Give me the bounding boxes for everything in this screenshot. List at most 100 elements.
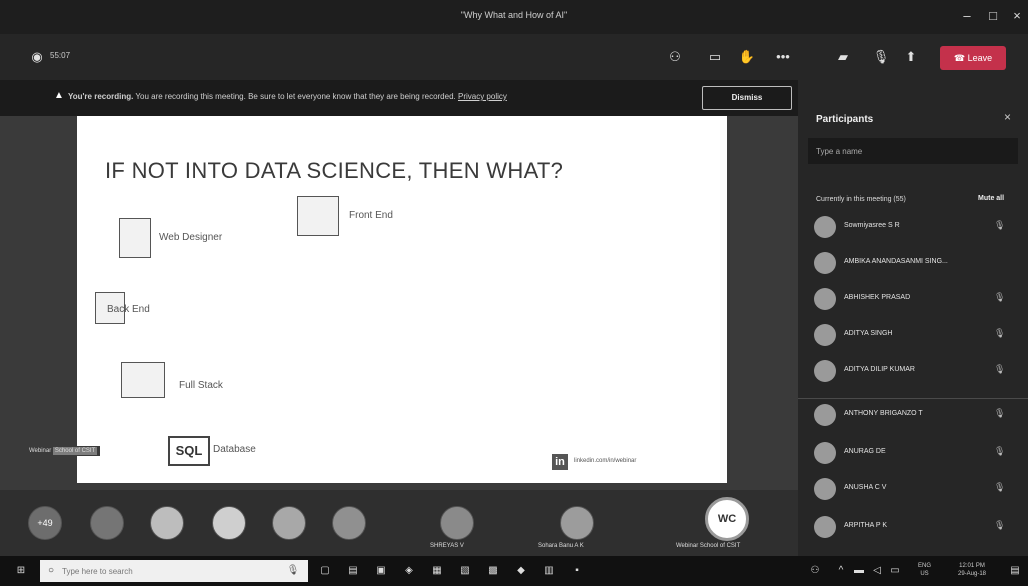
web-designer-icon [119,218,151,258]
participant-name: AMBIKA ANANDASANMI SING... [844,258,948,265]
participants-icon[interactable]: ⚇ [664,48,686,66]
participant-row[interactable]: ADITYA SINGH 🎙 [798,318,1028,354]
record-icon: ◉ [31,49,43,64]
overflow-participants-button[interactable]: +49 [28,506,62,540]
volume-icon[interactable]: ◁ [870,564,884,578]
presenter-name-tag: Webinar School of CSIT [26,446,101,456]
tile-name: SHREYAS V [430,543,464,549]
minimize-button[interactable]: – [956,6,978,26]
share-screen-icon[interactable]: ⬆ [900,48,922,66]
people-icon[interactable]: ⚇ [808,564,822,578]
presenter-prefix: Webinar [29,448,53,454]
video-tile[interactable] [332,506,366,540]
app-icon[interactable]: ◈ [402,564,416,578]
maximize-button[interactable]: □ [982,6,1004,26]
participant-name: ADITYA SINGH [844,330,893,337]
battery-icon[interactable]: ▭ [888,564,902,578]
mic-off-icon: 🎙 [994,520,1006,530]
tile-name: Sohara Banu A K [538,543,584,549]
video-tile[interactable] [272,506,306,540]
avatar [814,516,836,538]
more-actions-icon[interactable]: ••• [772,48,794,66]
recording-banner: ▲ You're recording. You are recording th… [0,80,798,116]
participant-name: ANURAG DE [844,448,886,455]
raise-hand-icon[interactable]: ✋ [736,48,758,66]
network-icon[interactable]: ▬ [852,564,866,578]
avatar [814,360,836,382]
shared-screen: IF NOT INTO DATA SCIENCE, THEN WHAT? Web… [0,116,798,490]
participant-row[interactable]: Sowmiyasree S R 🎙 [798,210,1028,246]
participant-row[interactable]: ANTHONY BRIGANZO T 🎙 [798,398,1028,434]
panel-title: Participants [816,114,874,125]
dismiss-button[interactable]: Dismiss [702,86,792,110]
participant-name: Sowmiyasree S R [844,222,900,229]
avatar [814,288,836,310]
video-tile-shreyas[interactable] [440,506,474,540]
app-icon[interactable]: ▦ [430,564,444,578]
recording-notice: You're recording. You are recording this… [68,92,507,101]
app-icon[interactable]: ▥ [542,564,556,578]
webinar-avatar[interactable]: WC [705,497,749,541]
close-panel-button[interactable]: × [1004,110,1011,124]
system-clock[interactable]: 12:01 PM 29-Aug-18 [958,562,986,578]
language-indicator[interactable]: ENG US [918,562,931,578]
participant-row[interactable]: ANURAG DE 🎙 [798,436,1028,472]
section-heading: Currently in this meeting (55) [816,196,906,203]
language-code: ENG [918,563,932,569]
mic-off-icon: 🎙 [994,220,1006,230]
avatar [814,478,836,500]
participant-row[interactable]: ANUSHA C V 🎙 [798,472,1028,508]
participant-name: ARPITHA P K [844,522,888,529]
app-icon[interactable]: ▣ [374,564,388,578]
video-tile[interactable] [90,506,124,540]
mic-off-icon: 🎙 [994,482,1006,492]
tray-chevron-icon[interactable]: ^ [834,564,848,578]
video-tile[interactable] [212,506,246,540]
participant-row[interactable]: ADITYA DILIP KUMAR 🎙 [798,354,1028,390]
video-tile-sohara[interactable] [560,506,594,540]
recording-notice-bold: You're recording. [68,92,134,101]
participant-row[interactable]: ARPITHA P K 🎙 [798,510,1028,546]
participant-name: ADITYA DILIP KUMAR [844,366,915,373]
taskbar: ⊞ ○ 🎙 ▢ ▤ ▣ ◈ ▦ ▧ ▩ ◆ ▥ ▪ ⚇ ^ ▬ ◁ ▭ ENG … [0,556,1028,586]
chat-icon[interactable]: ▭ [704,48,726,66]
recording-notice-text: You are recording this meeting. Be sure … [133,92,456,101]
participant-name: ABHISHEK PRASAD [844,294,911,301]
participant-name: ANUSHA C V [844,484,887,491]
app-icon[interactable]: ◆ [514,564,528,578]
title-bar: "Why What and How of AI" – □ × [0,0,1028,34]
app-icon[interactable]: ▧ [458,564,472,578]
app-icon[interactable]: ▩ [486,564,500,578]
windows-start-icon[interactable]: ⊞ [14,564,28,578]
presenter-highlight: School of CSIT [52,447,98,455]
notifications-icon[interactable]: ▤ [1008,564,1022,578]
mute-all-button[interactable]: Mute all [978,195,1004,202]
participant-name: ANTHONY BRIGANZO T [844,410,923,417]
file-explorer-icon[interactable]: ▤ [346,564,360,578]
video-tile[interactable] [150,506,184,540]
database-label: Database [213,444,256,455]
cortana-mic-icon[interactable]: 🎙 [286,564,300,578]
teams-icon[interactable]: ▪ [570,564,584,578]
search-icon: ○ [47,565,55,576]
mic-off-icon: 🎙 [994,328,1006,338]
close-window-button[interactable]: × [1006,6,1028,26]
privacy-policy-link[interactable]: Privacy policy [458,92,507,101]
participant-row[interactable]: AMBIKA ANANDASANMI SING... [798,246,1028,282]
camera-icon[interactable]: ▰ [832,48,854,66]
taskbar-search-input[interactable] [40,560,308,582]
phone-icon: ☎ [953,53,968,63]
linkedin-handle: linkedin.com/in/webinar [574,458,637,464]
participant-search-input[interactable] [808,138,1018,164]
meeting-toolbar: ◉ 55:07 ⚇ ▭ ✋ ••• ▰ 🎙 ⬆ ☎ Leave [0,34,1028,80]
mic-off-icon: 🎙 [994,364,1006,374]
microphone-icon[interactable]: 🎙 [870,48,892,66]
task-view-icon[interactable]: ▢ [318,564,332,578]
clock-date: 29-Aug-18 [958,571,987,577]
tile-name: Webinar School of CSIT [676,543,741,549]
region-code: US [920,571,929,577]
leave-button[interactable]: ☎ Leave [940,46,1006,70]
meeting-timer: 55:07 [50,51,71,60]
back-end-label: Back End [107,304,150,315]
participant-row[interactable]: ABHISHEK PRASAD 🎙 [798,282,1028,318]
